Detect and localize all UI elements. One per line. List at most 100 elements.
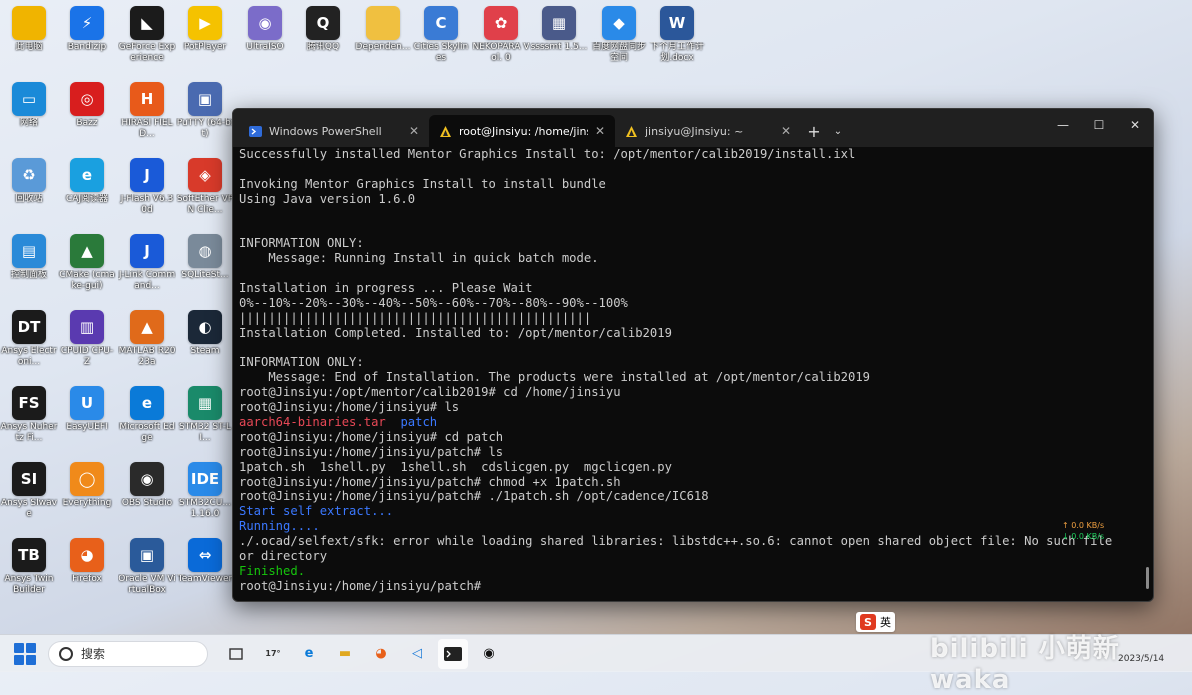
desktop-icon-label: 此电脑 xyxy=(15,42,43,52)
desktop-icon-label: 腾讯QQ xyxy=(306,42,340,52)
desktop-app-icon: ◎ xyxy=(70,82,104,116)
desktop-app-icon: ▦ xyxy=(188,386,222,420)
close-button[interactable]: ✕ xyxy=(1117,109,1153,141)
desktop-icon-label: Firefox xyxy=(72,574,102,584)
desktop-icon[interactable]: ▦ ssssmt 1.5... xyxy=(530,4,588,53)
desktop-icon-label: 回收站 xyxy=(15,194,43,204)
tab-close-icon[interactable]: ✕ xyxy=(409,124,419,138)
desktop-icon[interactable]: TB Ansys Twin Builder xyxy=(0,536,58,596)
terminal-output[interactable]: Successfully installed Mentor Graphics I… xyxy=(239,147,1139,601)
desktop-icon[interactable]: ⚡ Bandizip xyxy=(58,4,116,53)
desktop-icon[interactable]: e Microsoft Edge xyxy=(118,384,176,444)
tab-root-jinsiyu[interactable]: root@Jinsiyu: /home/jinsiyu/p ✕ xyxy=(429,115,615,147)
desktop-icon[interactable]: J J-Link Command... xyxy=(118,232,176,292)
desktop-icon[interactable]: Dependen... xyxy=(354,4,412,53)
desktop-icon-label: NEKOPARA Vol. 0 xyxy=(472,42,530,63)
desktop-icon[interactable]: ⇔ TeamViewer xyxy=(176,536,234,585)
tab-windows-powershell[interactable]: Windows PowerShell ✕ xyxy=(239,115,429,147)
desktop-icon[interactable]: ▭ 网络 xyxy=(0,80,58,129)
desktop-icon[interactable]: ▣ Oracle VM VirtualBox xyxy=(118,536,176,596)
desktop-icon[interactable]: W 下个月工作计划.docx xyxy=(648,4,706,64)
desktop-icon[interactable]: ▦ STM32 ST-LI... xyxy=(176,384,234,444)
linux-icon xyxy=(439,125,452,138)
desktop-icon[interactable]: ◎ Bazz xyxy=(58,80,116,129)
desktop-app-icon: FS xyxy=(12,386,46,420)
desktop-icon-label: Cities Skylines xyxy=(413,42,469,63)
terminal-line: root@Jinsiyu:/home/jinsiyu/patch# chmod … xyxy=(239,474,621,489)
terminal-segment: patch xyxy=(400,415,438,430)
edge-icon[interactable]: e xyxy=(294,639,324,669)
desktop-icon[interactable]: ▲ CMake (cmake-gui) xyxy=(58,232,116,292)
desktop-icon[interactable]: ▤ 控制面板 xyxy=(0,232,58,281)
firefox-icon[interactable]: ◕ xyxy=(366,639,396,669)
desktop-icon-label: 网络 xyxy=(19,118,38,128)
desktop-icon[interactable]: U EasyUEFI xyxy=(58,384,116,433)
app-icon[interactable]: ◉ xyxy=(474,639,504,669)
minimize-button[interactable]: — xyxy=(1045,109,1081,141)
desktop-app-icon: C xyxy=(424,6,458,40)
desktop-icon[interactable]: ◣ GeForce Experience xyxy=(118,4,176,64)
terminal-line: root@Jinsiyu:/home/jinsiyu/patch# ./1pat… xyxy=(239,489,709,504)
tab-dropdown-button[interactable]: ⌄ xyxy=(827,115,849,147)
terminal-icon[interactable] xyxy=(438,638,468,669)
desktop-icon[interactable]: ▥ CPUID CPU-Z xyxy=(58,308,116,368)
desktop-app-icon: ⚡ xyxy=(70,6,104,40)
desktop-icon[interactable]: ◉ UltraISO xyxy=(236,4,294,53)
ime-indicator[interactable]: S 英 xyxy=(856,612,895,632)
desktop-icon[interactable]: H HIRASI FIELD... xyxy=(118,80,176,140)
desktop-app-icon: ◕ xyxy=(70,538,104,572)
desktop-icon[interactable]: ◈ SoftEther VPN Clie... xyxy=(176,156,234,216)
desktop-icon[interactable]: ♻ 回收站 xyxy=(0,156,58,205)
desktop-icon[interactable]: e CAJ阅读器 xyxy=(58,156,116,205)
terminal-line: Installation Completed. Installed to: /o… xyxy=(239,325,672,340)
desktop-icon[interactable]: ◉ OBS Studio xyxy=(118,460,176,509)
maximize-button[interactable]: ☐ xyxy=(1081,109,1117,141)
desktop-icon[interactable]: 此电脑 xyxy=(0,4,58,53)
desktop-icon[interactable]: ◐ Steam xyxy=(176,308,234,357)
search-icon xyxy=(59,646,73,661)
file-explorer-icon[interactable]: ▬ xyxy=(330,639,360,669)
desktop-icon[interactable]: ▶ PotPlayer xyxy=(176,4,234,53)
taskbar-search[interactable]: 搜索 xyxy=(48,640,208,667)
desktop-icon-label: Ansys Twin Builder xyxy=(4,574,54,595)
start-button[interactable] xyxy=(14,642,36,665)
terminal-scrollbar[interactable] xyxy=(1146,567,1149,589)
terminal-line: Successfully installed Mentor Graphics I… xyxy=(239,147,856,161)
desktop-icon[interactable]: C Cities Skylines xyxy=(412,4,470,64)
desktop-icon-label: 下个月工作计划.docx xyxy=(649,42,704,63)
terminal-segment: aarch64-binaries.tar xyxy=(239,415,386,430)
desktop-app-icon: ▦ xyxy=(542,6,576,40)
desktop-icon[interactable]: ✿ NEKOPARA Vol. 0 xyxy=(472,4,530,64)
desktop-app-icon: ◣ xyxy=(130,6,164,40)
vscode-icon[interactable]: ◁ xyxy=(402,639,432,669)
terminal-window[interactable]: Windows PowerShell ✕ root@Jinsiyu: /home… xyxy=(232,108,1154,602)
desktop-icon-label: SoftEther VPN Clie... xyxy=(176,194,234,215)
task-view-icon[interactable] xyxy=(222,639,252,669)
tab-label: jinsiyu@Jinsiyu: ~ xyxy=(645,124,744,138)
desktop-icon-label: PuTTY (64-bit) xyxy=(176,118,234,139)
tab-close-icon[interactable]: ✕ xyxy=(781,124,791,138)
desktop-icon-label: PotPlayer xyxy=(183,42,227,52)
desktop-icon[interactable]: IDE STM32CU... 1.16.0 xyxy=(176,460,234,520)
tab-close-icon[interactable]: ✕ xyxy=(595,124,605,138)
desktop-app-icon: H xyxy=(130,82,164,116)
new-tab-button[interactable]: + xyxy=(801,115,827,147)
desktop-icon[interactable]: J J-Flash V6.30d xyxy=(118,156,176,216)
desktop-icon[interactable]: ▣ PuTTY (64-bit) xyxy=(176,80,234,140)
terminal-titlebar[interactable]: Windows PowerShell ✕ root@Jinsiyu: /home… xyxy=(233,109,1153,147)
weather-widget[interactable]: 17° xyxy=(258,639,288,669)
desktop-icon[interactable]: ◯ Everything xyxy=(58,460,116,509)
desktop-icon[interactable]: ◍ SQLiteSt... xyxy=(176,232,234,281)
desktop-icon[interactable]: SI Ansys SIwave xyxy=(0,460,58,520)
desktop-icon-label: Ansys Electroni... xyxy=(1,346,57,367)
desktop-icon[interactable]: FS Ansys Nuhertz Fi... xyxy=(0,384,58,444)
desktop-icon[interactable]: ◕ Firefox xyxy=(58,536,116,585)
tab-jinsiyu-home[interactable]: jinsiyu@Jinsiyu: ~ ✕ xyxy=(615,115,801,147)
desktop-icon-label: STM32 ST-LI... xyxy=(179,422,231,443)
terminal-line: aarch64-binaries.tar patch xyxy=(239,415,1139,430)
desktop-icon[interactable]: ◆ 百度网盘同步空间 xyxy=(590,4,648,64)
desktop-icon[interactable]: ▲ MATLAB R2023a xyxy=(118,308,176,368)
terminal-line: Start self extract... xyxy=(239,504,394,519)
desktop-icon[interactable]: DT Ansys Electroni... xyxy=(0,308,58,368)
desktop-icon[interactable]: Q 腾讯QQ xyxy=(294,4,352,53)
